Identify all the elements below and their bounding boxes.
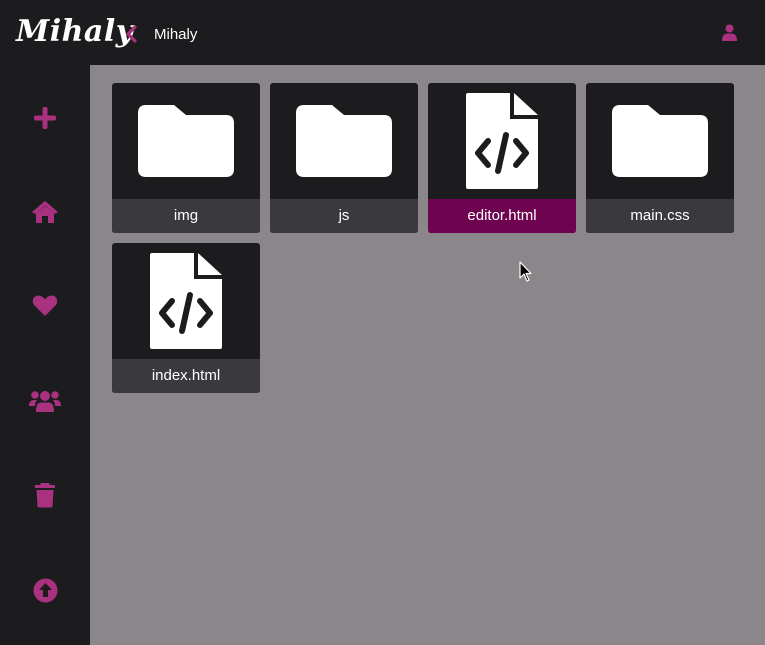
favorites-button[interactable] [20, 280, 70, 330]
trash-button[interactable] [20, 470, 70, 520]
upload-icon [33, 578, 57, 602]
breadcrumb-current[interactable]: Mihaly [154, 26, 197, 44]
code-file-icon [150, 253, 222, 349]
plus-icon [34, 107, 56, 129]
file-name: editor.html [428, 199, 576, 233]
file-name: js [270, 199, 418, 233]
user-menu-button[interactable] [718, 21, 740, 43]
users-icon [29, 391, 61, 412]
file-name: img [112, 199, 260, 233]
file-name: main.css [586, 199, 734, 233]
file-tile-js[interactable]: js [270, 83, 418, 233]
code-file-icon [466, 93, 538, 189]
file-tile-index-html[interactable]: index.html [112, 243, 260, 393]
chevron-left-icon [126, 25, 137, 43]
user-icon [721, 24, 737, 41]
thumbnail [586, 83, 734, 199]
home-button[interactable] [20, 187, 70, 237]
top-bar: Mihaly Mihaly [0, 0, 765, 65]
thumbnail [112, 83, 260, 199]
app-logo[interactable]: Mihaly [16, 12, 134, 52]
new-item-button[interactable] [20, 93, 70, 143]
home-icon [32, 201, 58, 223]
file-browser: img js editor.html main.css index.html [90, 65, 765, 645]
file-name: index.html [112, 359, 260, 393]
file-tile-main-css[interactable]: main.css [586, 83, 734, 233]
folder-icon [296, 105, 392, 177]
thumbnail [112, 243, 260, 359]
shared-button[interactable] [20, 376, 70, 426]
folder-icon [612, 105, 708, 177]
folder-icon [138, 105, 234, 177]
heart-icon [32, 295, 58, 316]
back-button[interactable] [121, 22, 141, 46]
file-tile-editor-html[interactable]: editor.html [428, 83, 576, 233]
trash-icon [35, 483, 55, 508]
thumbnail [270, 83, 418, 199]
sidebar [0, 65, 90, 645]
file-tile-img[interactable]: img [112, 83, 260, 233]
thumbnail [428, 83, 576, 199]
upload-button[interactable] [20, 565, 70, 615]
